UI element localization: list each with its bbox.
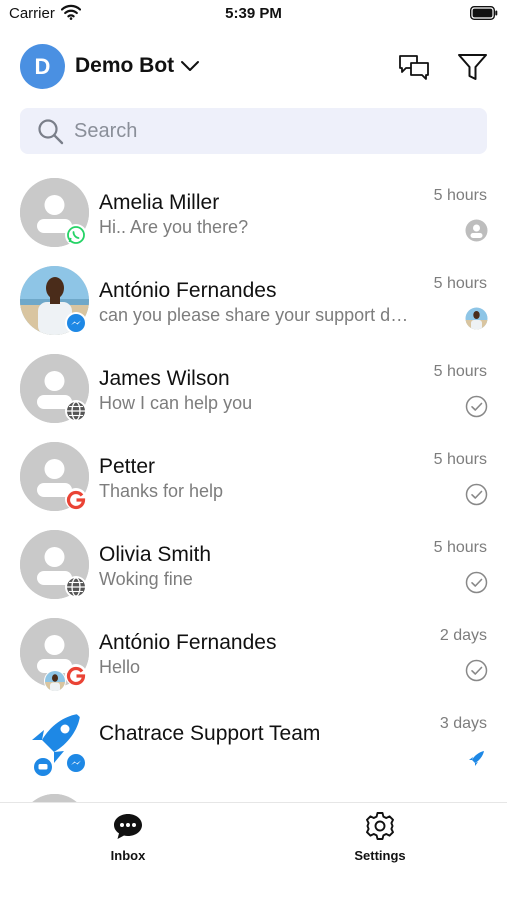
contact-name: Chatrace Support Team [99, 722, 321, 745]
message-time: 5 hours [433, 275, 487, 292]
contact-name: James Wilson [99, 367, 230, 390]
message-preview: Hi.. Are you there? [99, 217, 249, 237]
filter-icon[interactable] [457, 52, 488, 82]
check-circle-icon [465, 571, 488, 594]
assignee-icon [465, 219, 488, 242]
conversation-row[interactable]: Amelia Miller Hi.. Are you there? 5 hour… [0, 178, 507, 266]
google-icon [65, 488, 87, 510]
conversation-row[interactable] [0, 794, 507, 802]
chevron-down-icon[interactable] [180, 59, 200, 73]
message-time: 5 hours [433, 363, 487, 380]
message-preview: can you please share your support detail… [99, 305, 411, 325]
message-time: 5 hours [433, 187, 487, 204]
check-circle-icon [465, 659, 488, 682]
contact-avatar [20, 794, 89, 802]
message-time: 5 hours [433, 539, 487, 556]
status-time: 5:39 PM [225, 5, 282, 22]
bot-avatar[interactable]: D [20, 44, 65, 89]
gear-icon [366, 812, 394, 840]
status-bar: Carrier 5:39 PM [0, 0, 507, 28]
contact-name: Amelia Miller [99, 191, 220, 214]
message-time: 5 hours [433, 451, 487, 468]
battery-icon [470, 6, 498, 20]
message-time: 2 days [439, 627, 487, 644]
chat-bubble-badge [32, 756, 54, 778]
conversation-row[interactable]: Chatrace Support Team 3 days [0, 706, 507, 794]
message-preview: Woking fine [99, 569, 193, 589]
messenger-icon [65, 312, 87, 334]
message-preview: How I can help you [99, 393, 253, 413]
contact-name: Petter [99, 455, 156, 478]
chat-bubble-icon [114, 814, 142, 839]
search-icon [38, 119, 64, 145]
contact-name: António Fernandes [99, 279, 277, 302]
tab-bar: Inbox Settings [0, 802, 507, 900]
contact-name: Olivia Smith [99, 543, 212, 566]
header: D Demo Bot [0, 40, 507, 96]
contact-name: António Fernandes [99, 631, 277, 654]
conversation-row[interactable]: Olivia Smith Woking fine 5 hours [0, 530, 507, 618]
whatsapp-icon [65, 224, 87, 246]
conversation-row[interactable]: Petter Thanks for help 5 hours [0, 442, 507, 530]
conversation-list: Amelia Miller Hi.. Are you there? 5 hour… [0, 178, 507, 802]
google-icon [65, 664, 87, 686]
tab-inbox[interactable]: Inbox [68, 803, 188, 873]
conversations-icon[interactable] [398, 53, 430, 81]
conversation-row[interactable]: James Wilson How I can help you 5 hours [0, 354, 507, 442]
conversation-row[interactable]: António Fernandes Hello 2 days [0, 618, 507, 706]
messenger-icon [65, 752, 87, 774]
assignee-photo [465, 307, 488, 330]
message-time: 3 days [439, 715, 487, 732]
tab-inbox-label: Inbox [110, 848, 146, 863]
bot-name[interactable]: Demo Bot [75, 54, 174, 78]
web-globe-icon [65, 400, 87, 422]
tab-settings[interactable]: Settings [320, 803, 440, 873]
conversation-row[interactable]: António Fernandes can you please share y… [0, 266, 507, 354]
web-globe-icon [65, 576, 87, 598]
search-bar [20, 108, 487, 154]
assignee-photo-badge [44, 670, 66, 692]
rocket-icon [465, 747, 488, 770]
tab-settings-label: Settings [354, 848, 406, 863]
check-circle-icon [465, 395, 488, 418]
message-preview: Thanks for help [99, 481, 224, 501]
message-preview: Hello [99, 657, 141, 677]
check-circle-icon [465, 483, 488, 506]
search-input[interactable] [74, 108, 474, 154]
